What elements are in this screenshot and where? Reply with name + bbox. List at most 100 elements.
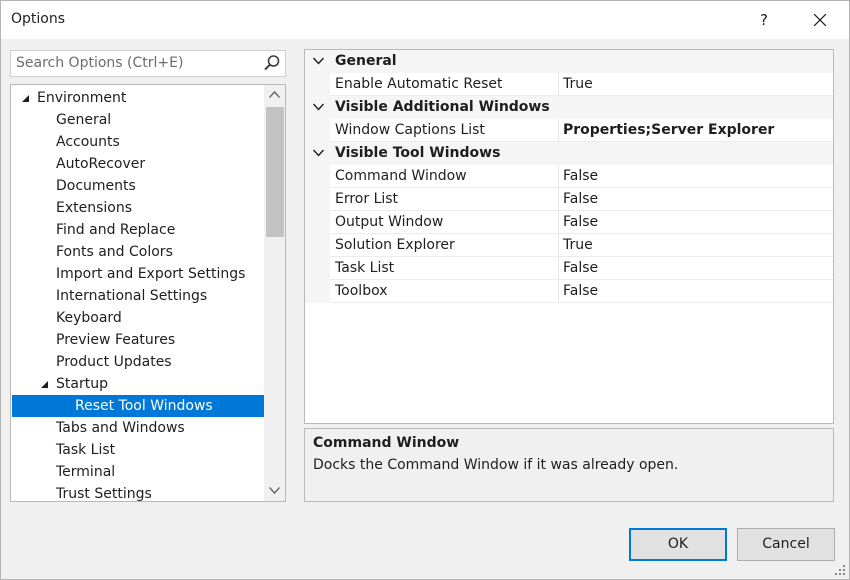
tree-item-label: AutoRecover <box>56 156 146 172</box>
tree-item[interactable]: Product Updates <box>12 351 264 373</box>
tree-item-label: Keyboard <box>56 310 122 326</box>
property-value[interactable]: False <box>563 168 598 184</box>
column-divider <box>558 234 559 257</box>
collapse-chevron-icon[interactable] <box>313 103 324 111</box>
expanded-triangle-icon[interactable] <box>20 93 30 103</box>
column-divider <box>558 119 559 142</box>
title-bar: Options ? <box>1 1 849 39</box>
description-panel: Command Window Docks the Command Window … <box>304 428 834 502</box>
description-title: Command Window <box>313 435 460 451</box>
tree-item-label: International Settings <box>56 288 208 304</box>
tree-item-label: Extensions <box>56 200 133 216</box>
tree-item[interactable]: Keyboard <box>12 307 264 329</box>
column-divider <box>558 211 559 234</box>
cancel-button[interactable]: Cancel <box>737 528 835 561</box>
property-name: Solution Explorer <box>335 237 455 253</box>
chevron-down-icon <box>269 487 280 494</box>
tree-item[interactable]: Fonts and Colors <box>12 241 264 263</box>
search-placeholder: Search Options (Ctrl+E) <box>16 55 184 71</box>
row-margin <box>305 119 330 142</box>
tree-item-label: Terminal <box>56 464 116 480</box>
property-value[interactable]: False <box>563 191 598 207</box>
property-name: Task List <box>335 260 395 276</box>
property-row[interactable]: Enable Automatic Reset True <box>305 73 833 96</box>
tree-item-label: Import and Export Settings <box>56 266 246 282</box>
column-divider <box>558 188 559 211</box>
tree-item-label: Startup <box>56 376 108 392</box>
close-icon <box>814 14 826 26</box>
tree-scrollbar[interactable] <box>264 85 285 501</box>
tree-item[interactable]: Find and Replace <box>12 219 264 241</box>
row-margin <box>305 73 330 96</box>
tree-item[interactable]: Startup <box>12 373 264 395</box>
property-category[interactable]: Visible Additional Windows <box>305 96 833 119</box>
row-margin <box>305 280 330 303</box>
collapse-chevron-icon[interactable] <box>313 149 324 157</box>
tree-item[interactable]: Preview Features <box>12 329 264 351</box>
tree-item[interactable]: Documents <box>12 175 264 197</box>
property-name: Window Captions List <box>335 122 485 138</box>
help-button[interactable]: ? <box>741 1 787 39</box>
property-row[interactable]: Output Window False <box>305 211 833 234</box>
tree-item[interactable]: Tabs and Windows <box>12 417 264 439</box>
chevron-up-icon <box>269 91 280 98</box>
tree-item[interactable]: Accounts <box>12 131 264 153</box>
property-value[interactable]: True <box>563 76 593 92</box>
property-category[interactable]: General <box>305 50 833 73</box>
tree-item-label: Tabs and Windows <box>56 420 185 436</box>
tree-item[interactable]: Task List <box>12 439 264 461</box>
options-dialog: Options ? Search Options (Ctrl+E) Enviro… <box>0 0 850 580</box>
row-margin <box>305 188 330 211</box>
tree-item-label: General <box>56 112 112 128</box>
property-value[interactable]: False <box>563 283 598 299</box>
tree-item[interactable]: Import and Export Settings <box>12 263 264 285</box>
tree-item-label: Trust Settings <box>56 486 152 501</box>
scroll-down-button[interactable] <box>264 481 285 501</box>
property-name: Output Window <box>335 214 444 230</box>
tree-item[interactable]: AutoRecover <box>12 153 264 175</box>
tree-item-label: Reset Tool Windows <box>75 398 213 414</box>
tree-list: Environment General Accounts AutoRecover Doc… <box>11 85 265 501</box>
close-button[interactable] <box>797 1 843 39</box>
search-icon[interactable] <box>263 54 281 72</box>
tree-item[interactable]: General <box>12 109 264 131</box>
property-row[interactable]: Task List False <box>305 257 833 280</box>
tree-item[interactable]: International Settings <box>12 285 264 307</box>
collapse-chevron-icon[interactable] <box>313 57 324 65</box>
expanded-triangle-icon[interactable] <box>39 379 49 389</box>
scroll-up-button[interactable] <box>264 85 285 105</box>
property-row[interactable]: Command Window False <box>305 165 833 188</box>
tree-item[interactable]: Extensions <box>12 197 264 219</box>
tree-item[interactable]: Terminal <box>12 461 264 483</box>
property-value[interactable]: False <box>563 260 598 276</box>
tree-item-label: Preview Features <box>56 332 176 348</box>
column-divider <box>558 257 559 280</box>
resize-grip-icon[interactable] <box>833 563 847 577</box>
search-options-input[interactable]: Search Options (Ctrl+E) <box>10 50 286 77</box>
tree-item[interactable]: Reset Tool Windows <box>12 395 264 417</box>
property-row[interactable]: Error List False <box>305 188 833 211</box>
ok-button[interactable]: OK <box>629 528 727 561</box>
row-margin <box>305 211 330 234</box>
property-row[interactable]: Window Captions List Properties;Server Ex… <box>305 119 833 142</box>
property-category[interactable]: Visible Tool Windows <box>305 142 833 165</box>
column-divider <box>558 165 559 188</box>
description-text: Docks the Command Window if it was alrea… <box>313 457 679 473</box>
row-margin <box>305 234 330 257</box>
category-label: Visible Additional Windows <box>335 99 550 115</box>
options-tree: Environment General Accounts AutoRecover Doc… <box>10 84 286 502</box>
property-value[interactable]: True <box>563 237 593 253</box>
tree-item-label: Product Updates <box>56 354 172 370</box>
tree-item[interactable]: Environment <box>12 87 264 109</box>
property-value[interactable]: Properties;Server Explorer <box>563 122 774 138</box>
tree-item[interactable]: Trust Settings <box>12 483 264 501</box>
property-value[interactable]: False <box>563 214 598 230</box>
property-name: Enable Automatic Reset <box>335 76 503 92</box>
column-divider <box>558 280 559 303</box>
tree-item-label: Fonts and Colors <box>56 244 173 260</box>
property-row[interactable]: Toolbox False <box>305 280 833 303</box>
tree-item-label: Environment <box>37 90 127 106</box>
scroll-thumb[interactable] <box>266 107 284 237</box>
property-name: Error List <box>335 191 399 207</box>
property-row[interactable]: Solution Explorer True <box>305 234 833 257</box>
